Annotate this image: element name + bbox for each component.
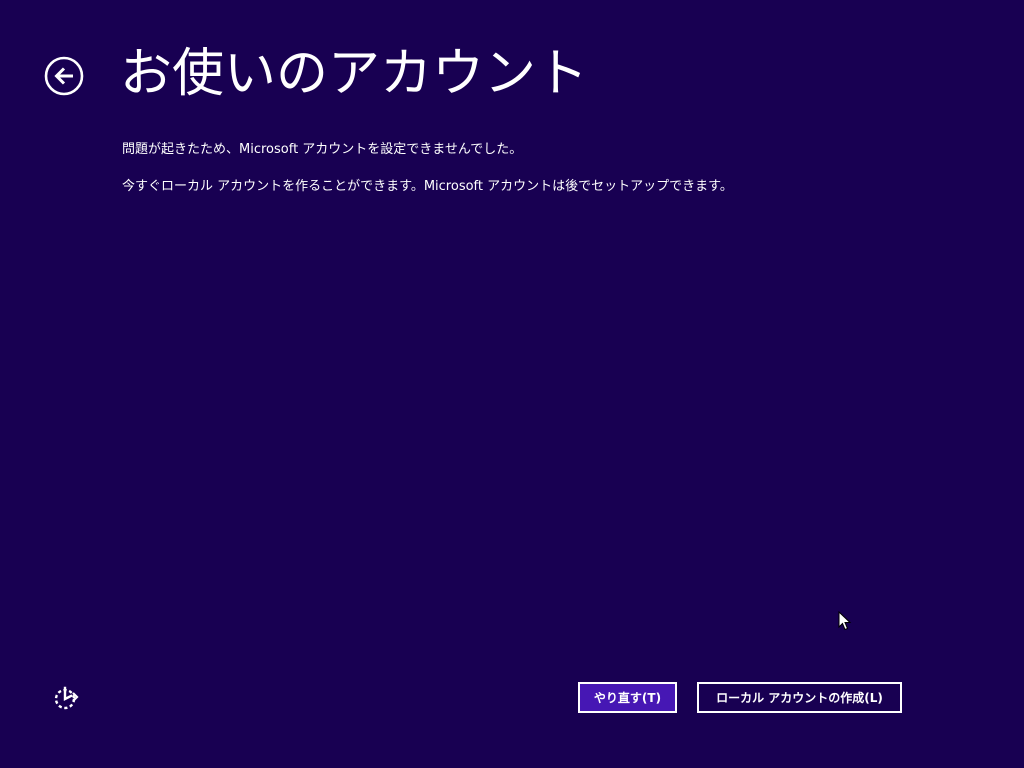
page-title: お使いのアカウント [120,44,589,104]
local-account-message: 今すぐローカル アカウントを作ることができます。Microsoft アカウントは… [122,179,733,194]
retry-button[interactable]: やり直す(T) [578,682,677,713]
create-local-account-button[interactable]: ローカル アカウントの作成(L) [697,682,902,713]
mouse-pointer-icon [838,611,852,631]
error-message: 問題が起きたため、Microsoft アカウントを設定できませんでした。 [122,142,523,157]
ease-of-access-icon [54,686,79,710]
account-setup-screen: お使いのアカウント 問題が起きたため、Microsoft アカウントを設定できま… [0,0,1024,768]
back-arrow-circle-icon [44,56,84,96]
ease-of-access-button[interactable] [52,684,80,712]
back-button[interactable] [44,56,84,96]
